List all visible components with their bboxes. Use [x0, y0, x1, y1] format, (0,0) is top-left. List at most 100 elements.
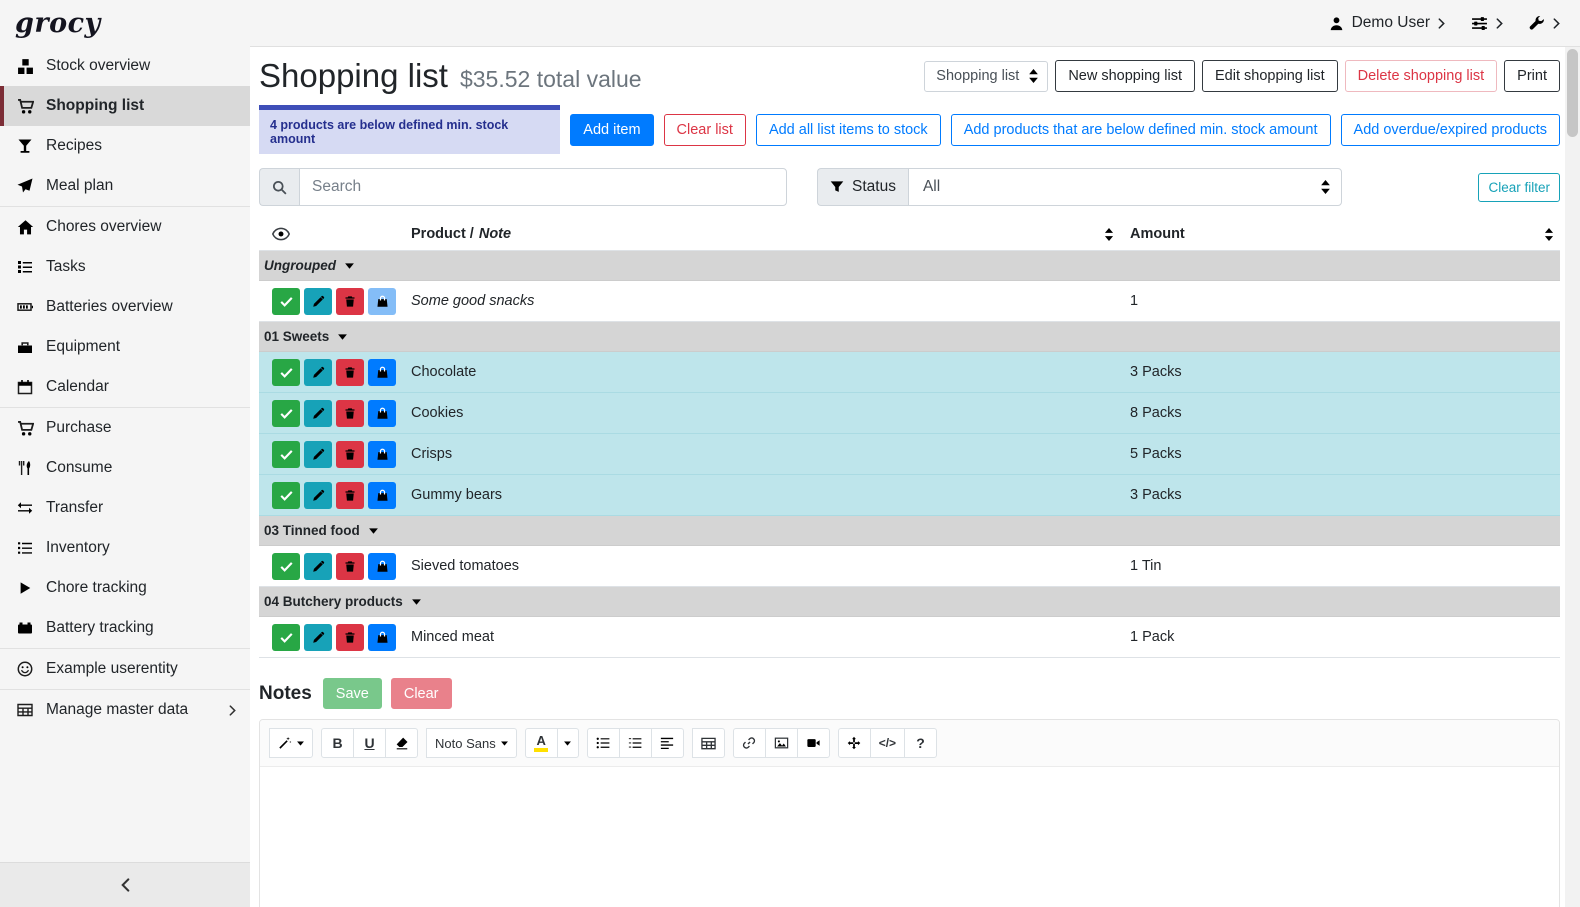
- sort-icon[interactable]: [1104, 228, 1114, 241]
- delete-item-button[interactable]: [336, 624, 364, 651]
- notes-save-button[interactable]: Save: [323, 678, 382, 709]
- unordered-list-button[interactable]: [587, 728, 620, 758]
- search-input[interactable]: [299, 168, 787, 206]
- edit-item-button[interactable]: [304, 482, 332, 509]
- product-column-header[interactable]: Product /Note: [411, 226, 511, 242]
- scrollbar-thumb[interactable]: [1567, 49, 1578, 137]
- group-header-butchery-products[interactable]: 04 Butchery products: [259, 587, 1560, 617]
- add-item-button[interactable]: Add item: [570, 114, 653, 146]
- settings-menu[interactable]: [1471, 15, 1503, 32]
- add-to-stock-button[interactable]: [368, 624, 396, 651]
- add-to-stock-button[interactable]: [368, 553, 396, 580]
- edit-item-button[interactable]: [304, 359, 332, 386]
- insert-link-button[interactable]: [733, 728, 766, 758]
- notes-clear-button[interactable]: Clear: [391, 678, 452, 709]
- group-header-sweets[interactable]: 01 Sweets: [259, 322, 1560, 352]
- eye-icon[interactable]: [272, 225, 290, 243]
- print-button[interactable]: Print: [1504, 60, 1560, 92]
- delete-shopping-list-button[interactable]: Delete shopping list: [1345, 60, 1498, 92]
- add-to-stock-button[interactable]: [368, 441, 396, 468]
- add-to-stock-button[interactable]: [368, 482, 396, 509]
- mark-done-button[interactable]: [272, 400, 300, 427]
- help-button[interactable]: ?: [904, 728, 937, 758]
- delete-item-button[interactable]: [336, 400, 364, 427]
- add-to-stock-button[interactable]: [368, 288, 396, 315]
- delete-item-button[interactable]: [336, 441, 364, 468]
- bold-button[interactable]: B: [321, 728, 354, 758]
- add-below-min-stock-button[interactable]: Add products that are below defined min.…: [951, 114, 1331, 146]
- sidebar-item-label: Purchase: [46, 419, 111, 437]
- mark-done-button[interactable]: [272, 441, 300, 468]
- shopping-list-select[interactable]: Shopping list: [924, 61, 1048, 92]
- status-filter-select[interactable]: All: [908, 168, 1342, 206]
- ordered-list-button[interactable]: [619, 728, 652, 758]
- shopping-cart-icon: [15, 98, 35, 115]
- search-icon: [259, 168, 299, 206]
- sidebar-item-recipes[interactable]: Recipes: [0, 126, 250, 166]
- sidebar-item-purchase[interactable]: Purchase: [0, 408, 250, 448]
- new-shopping-list-button[interactable]: New shopping list: [1055, 60, 1195, 92]
- font-color-dropdown-button[interactable]: [557, 728, 579, 758]
- sidebar-item-chores-overview[interactable]: Chores overview: [0, 207, 250, 247]
- sidebar-item-chore-tracking[interactable]: Chore tracking: [0, 568, 250, 608]
- fullscreen-button[interactable]: [838, 728, 871, 758]
- insert-video-button[interactable]: [797, 728, 830, 758]
- sidebar-item-manage-master-data[interactable]: Manage master data: [0, 690, 250, 730]
- sidebar-item-stock-overview[interactable]: Stock overview: [0, 46, 250, 86]
- clear-list-button[interactable]: Clear list: [664, 114, 746, 146]
- sidebar-item-shopping-list[interactable]: Shopping list: [0, 86, 250, 126]
- mark-done-button[interactable]: [272, 553, 300, 580]
- home-icon: [15, 219, 35, 236]
- sidebar-item-battery-tracking[interactable]: Battery tracking: [0, 608, 250, 648]
- insert-table-button[interactable]: [692, 728, 725, 758]
- delete-item-button[interactable]: [336, 482, 364, 509]
- sort-icon[interactable]: [1544, 228, 1554, 241]
- edit-shopping-list-button[interactable]: Edit shopping list: [1202, 60, 1338, 92]
- mark-done-button[interactable]: [272, 288, 300, 315]
- sidebar-item-equipment[interactable]: Equipment: [0, 327, 250, 367]
- underline-button[interactable]: U: [353, 728, 386, 758]
- sidebar-item-tasks[interactable]: Tasks: [0, 247, 250, 287]
- sidebar-collapse-button[interactable]: [0, 862, 250, 907]
- notes-editor-area[interactable]: [260, 767, 1559, 907]
- delete-item-button[interactable]: [336, 553, 364, 580]
- add-to-stock-button[interactable]: [368, 400, 396, 427]
- group-header-tinned-food[interactable]: 03 Tinned food: [259, 516, 1560, 546]
- mark-done-button[interactable]: [272, 482, 300, 509]
- eraser-button[interactable]: [385, 728, 418, 758]
- sidebar-item-batteries-overview[interactable]: Batteries overview: [0, 287, 250, 327]
- main-content: Shopping list $35.52 total value Shoppin…: [250, 46, 1580, 907]
- sidebar-item-calendar[interactable]: Calendar: [0, 367, 250, 407]
- add-overdue-button[interactable]: Add overdue/expired products: [1341, 114, 1560, 146]
- clear-filter-button[interactable]: Clear filter: [1478, 173, 1560, 202]
- edit-item-button[interactable]: [304, 400, 332, 427]
- sidebar-item-meal-plan[interactable]: Meal plan: [0, 166, 250, 206]
- sidebar-item-inventory[interactable]: Inventory: [0, 528, 250, 568]
- grocy-logo[interactable]: grocy: [0, 8, 250, 39]
- add-to-stock-button[interactable]: [368, 359, 396, 386]
- code-view-button[interactable]: </>: [870, 728, 905, 758]
- sidebar-item-transfer[interactable]: Transfer: [0, 488, 250, 528]
- sidebar-item-consume[interactable]: Consume: [0, 448, 250, 488]
- font-family-button[interactable]: Noto Sans: [426, 728, 517, 758]
- edit-item-button[interactable]: [304, 624, 332, 651]
- scrollbar[interactable]: [1565, 47, 1580, 907]
- edit-item-button[interactable]: [304, 288, 332, 315]
- group-header-ungrouped[interactable]: Ungrouped: [259, 251, 1560, 281]
- paragraph-align-button[interactable]: [651, 728, 684, 758]
- delete-item-button[interactable]: [336, 288, 364, 315]
- insert-image-button[interactable]: [765, 728, 798, 758]
- amount-column-header[interactable]: Amount: [1130, 226, 1185, 242]
- font-color-button[interactable]: A: [525, 728, 558, 758]
- sidebar-item-example-userentity[interactable]: Example userentity: [0, 649, 250, 689]
- edit-item-button[interactable]: [304, 441, 332, 468]
- edit-item-button[interactable]: [304, 553, 332, 580]
- delete-item-button[interactable]: [336, 359, 364, 386]
- chevron-left-icon: [121, 878, 130, 892]
- style-magic-button[interactable]: [269, 728, 313, 758]
- add-all-to-stock-button[interactable]: Add all list items to stock: [756, 114, 941, 146]
- user-menu[interactable]: Demo User: [1329, 14, 1445, 32]
- mark-done-button[interactable]: [272, 624, 300, 651]
- mark-done-button[interactable]: [272, 359, 300, 386]
- admin-menu[interactable]: [1529, 15, 1560, 31]
